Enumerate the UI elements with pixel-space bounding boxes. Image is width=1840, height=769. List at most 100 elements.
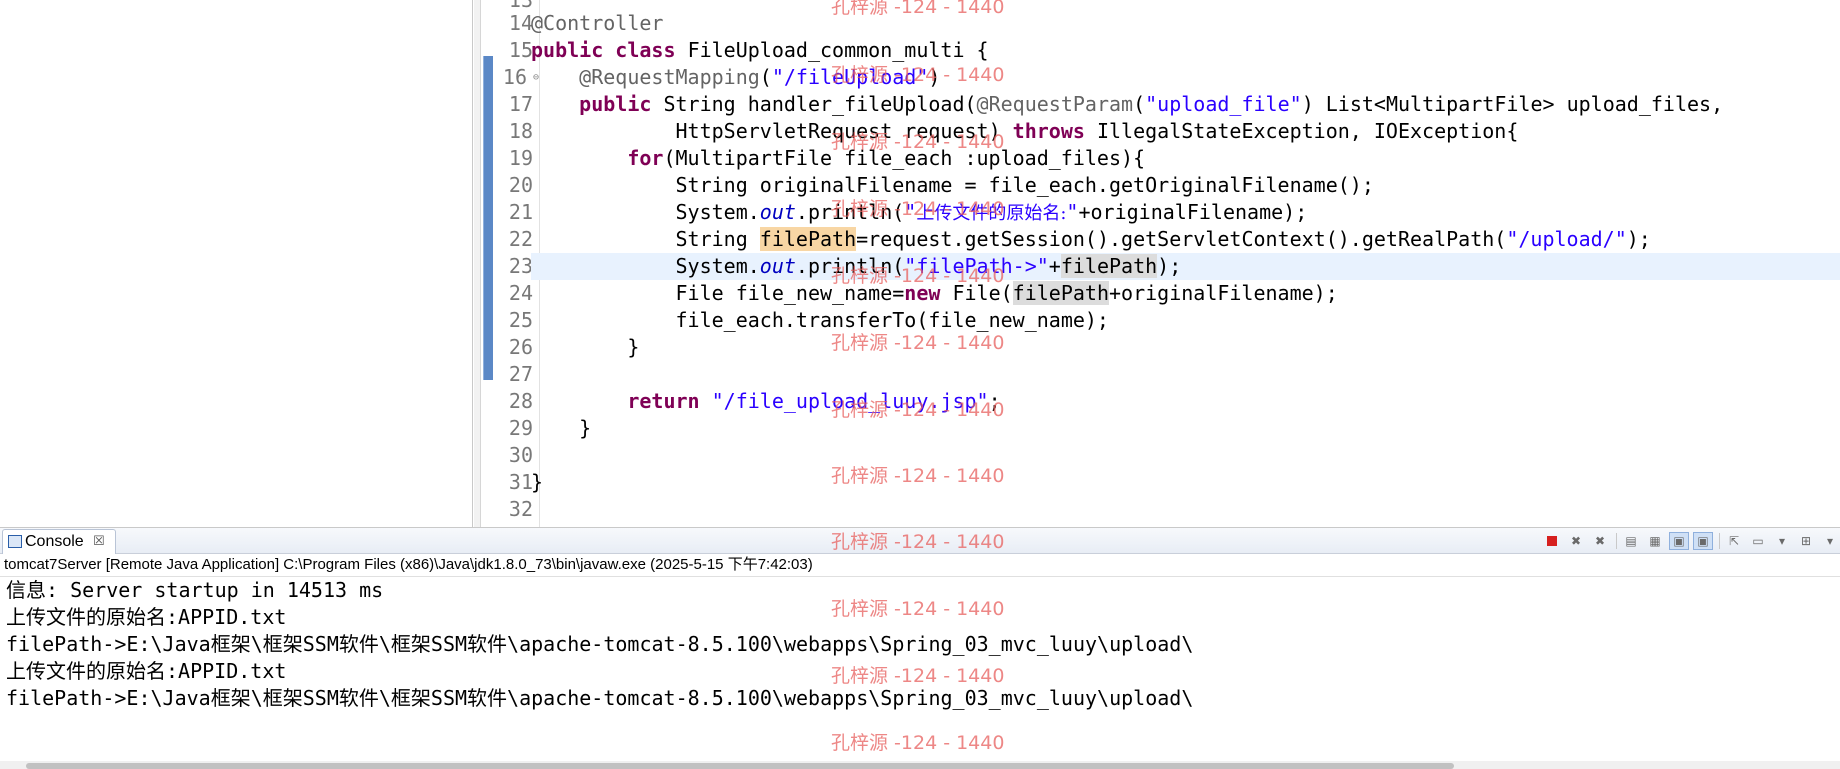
terminate-icon[interactable] <box>1542 532 1562 550</box>
code-line-22[interactable]: String filePath=request.getSession().get… <box>531 226 1840 253</box>
code-line-16[interactable]: @RequestMapping("/fileUpload") <box>531 64 1840 91</box>
string-literal: "/fileUpload" <box>771 65 929 89</box>
string-literal: " <box>904 200 917 224</box>
console-tab[interactable]: Console ☒ <box>2 529 116 554</box>
open-console-icon[interactable]: ⊞ <box>1796 532 1816 550</box>
line-number: 32 <box>508 497 533 521</box>
remove-launch-icon[interactable]: ✖ <box>1566 532 1586 550</box>
keyword: public <box>531 38 604 62</box>
console-output-line: filePath->E:\Java框架\框架SSM软件\框架SSM软件\apac… <box>6 686 1194 710</box>
line-number: 20 <box>508 173 533 197</box>
code-text: ( <box>1133 92 1146 116</box>
string-literal: "upload_file" <box>1145 92 1302 116</box>
change-bar <box>483 56 493 380</box>
annotation: @RequestParam <box>976 92 1134 116</box>
show-on-stderr-icon[interactable]: ▣ <box>1693 532 1713 550</box>
console-icon <box>8 535 22 548</box>
eclipse-workbench: 13 14 15 16 ⊖ 17 18 19 20 21 22 23 24 25… <box>0 0 1840 769</box>
console-tab-bar: Console ☒ ✖ ✖ ▤ ▦ ▣ ▣ ⇱ ▭ ▾ ⊞ ▾ <box>0 528 1840 554</box>
console-view: Console ☒ ✖ ✖ ▤ ▦ ▣ ▣ ⇱ ▭ ▾ ⊞ ▾ tomcat7S… <box>0 527 1840 769</box>
code-line-19[interactable]: for(MultipartFile file_each :upload_file… <box>531 145 1840 172</box>
console-process-description: tomcat7Server [Remote Java Application] … <box>4 556 813 573</box>
clear-console-icon[interactable]: ▤ <box>1621 532 1641 550</box>
static-field: out <box>759 200 796 224</box>
code-text: .println( <box>795 200 905 224</box>
toolbar-separator <box>1616 533 1617 549</box>
code-line-21[interactable]: System.out.println("上传文件的原始名:"+originalF… <box>531 199 1840 226</box>
code-text: String handler_fileUpload( <box>663 92 977 116</box>
code-line-23-current[interactable]: System.out.println("filePath->"+filePath… <box>531 253 1840 280</box>
toolbar-separator <box>1719 533 1720 549</box>
line-number: 26 <box>508 335 533 359</box>
line-number: 17 <box>508 92 533 116</box>
horizontal-scrollbar[interactable] <box>0 761 1840 769</box>
keyword: class <box>615 38 676 62</box>
show-on-stdout-icon[interactable]: ▣ <box>1669 532 1689 550</box>
dropdown-arrow-icon[interactable]: ▾ <box>1772 532 1792 550</box>
code-line-24[interactable]: File file_new_name=new File(filePath+ori… <box>531 280 1840 307</box>
keyword: throws <box>1012 119 1085 143</box>
scroll-lock-icon[interactable]: ▦ <box>1645 532 1665 550</box>
line-number: 31 <box>508 470 533 494</box>
occurrence-highlight: filePath <box>1060 254 1158 278</box>
line-number: 25 <box>508 308 533 332</box>
console-output-line: 上传文件的原始名:APPID.txt <box>6 659 287 683</box>
code-line-31[interactable]: } <box>531 469 1840 496</box>
code-line-20[interactable]: String originalFilename = file_each.getO… <box>531 172 1840 199</box>
line-number: 29 <box>508 416 533 440</box>
code-text: ) <box>928 65 941 89</box>
code-text: } <box>627 335 640 359</box>
code-text: ( <box>759 65 772 89</box>
line-number: 24 <box>508 281 533 305</box>
keyword: for <box>627 146 664 170</box>
string-literal: 上传文件的原始名: <box>916 203 1067 224</box>
line-number: 21 <box>508 200 533 224</box>
code-text: String <box>675 227 760 251</box>
string-literal: "/upload/" <box>1506 227 1627 251</box>
code-text: System. <box>675 254 760 278</box>
code-text: FileUpload_common_multi { <box>687 38 989 62</box>
console-output-line: 上传文件的原始名:APPID.txt <box>6 605 287 629</box>
scrollbar-thumb[interactable] <box>26 763 1454 769</box>
code-line-17[interactable]: public String handler_fileUpload(@Reques… <box>531 91 1840 118</box>
change-ruler <box>481 0 493 527</box>
code-text: .println( <box>795 254 905 278</box>
code-line-14[interactable]: @Controller <box>531 10 1840 37</box>
code-line-28[interactable]: return "/file_upload_luuy.jsp"; <box>531 388 1840 415</box>
line-number: 18 <box>508 119 533 143</box>
editor-left-border <box>474 0 481 527</box>
line-number: 19 <box>508 146 533 170</box>
console-tab-label: Console <box>25 533 84 550</box>
code-text: File file_new_name= <box>675 281 905 305</box>
code-text: IllegalStateException, IOException{ <box>1084 119 1519 143</box>
dropdown-arrow-icon[interactable]: ▾ <box>1820 532 1840 550</box>
display-console-icon[interactable]: ▭ <box>1748 532 1768 550</box>
code-text: ); <box>1157 254 1182 278</box>
code-line-15[interactable]: public class FileUpload_common_multi { <box>531 37 1840 64</box>
left-view-area <box>0 0 473 527</box>
code-text: +originalFilename); <box>1108 281 1338 305</box>
code-text: ; <box>988 389 1001 413</box>
string-literal: "filePath->" <box>904 254 1049 278</box>
code-line-29[interactable]: } <box>531 415 1840 442</box>
remove-all-launches-icon[interactable]: ✖ <box>1590 532 1610 550</box>
close-icon[interactable]: ☒ <box>93 532 105 552</box>
line-number: 14 <box>508 11 533 35</box>
line-number: 30 <box>508 443 533 467</box>
code-text: ); <box>1626 227 1651 251</box>
occurrence-highlight: filePath <box>759 227 857 251</box>
occurrence-highlight: filePath <box>1012 281 1109 305</box>
java-editor[interactable]: 13 14 15 16 ⊖ 17 18 19 20 21 22 23 24 25… <box>481 0 1840 527</box>
code-line-25[interactable]: file_each.transferTo(file_new_name); <box>531 307 1840 334</box>
keyword: new <box>904 281 941 305</box>
code-line-18[interactable]: HttpServletRequest request) throws Illeg… <box>531 118 1840 145</box>
annotation: @Controller <box>531 11 664 35</box>
code-line-26[interactable]: } <box>531 334 1840 361</box>
line-number: 22 <box>508 227 533 251</box>
line-number: 23 <box>508 254 533 278</box>
console-output[interactable]: 信息: Server startup in 14513 ms 上传文件的原始名:… <box>0 576 1840 753</box>
code-text-area[interactable]: @Controller public class FileUpload_comm… <box>531 0 1840 527</box>
pin-console-icon[interactable]: ⇱ <box>1724 532 1744 550</box>
line-number: 28 <box>508 389 533 413</box>
code-text: } <box>531 470 544 494</box>
